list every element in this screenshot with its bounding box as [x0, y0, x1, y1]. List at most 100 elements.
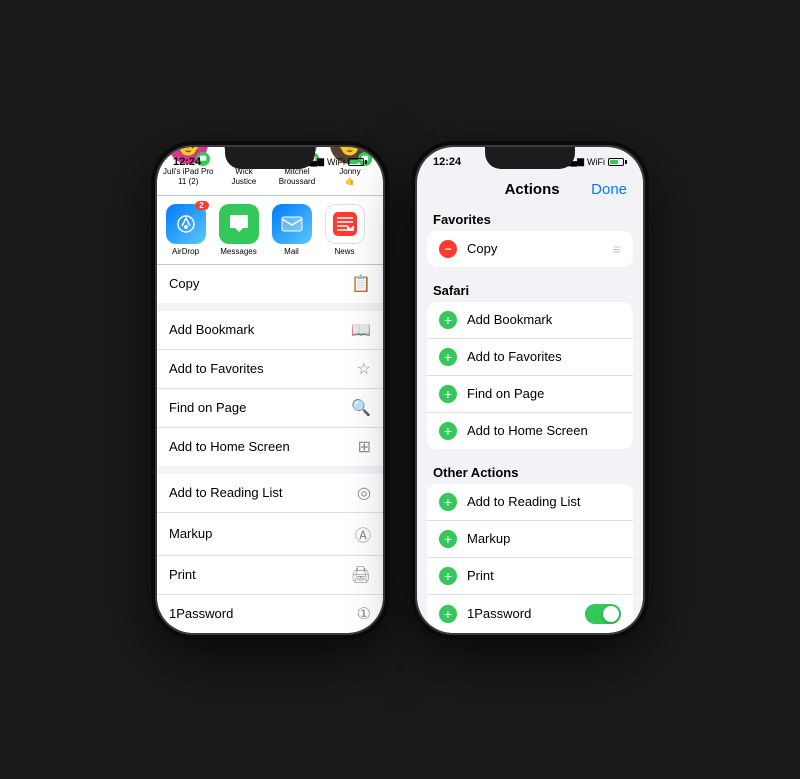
- app-item-messages[interactable]: Messages: [216, 204, 261, 256]
- safari-row-favorites[interactable]: + Add to Favorites: [427, 339, 633, 376]
- app-label: News: [334, 247, 354, 256]
- action-list-1: Copy 📋: [157, 265, 383, 303]
- notch: [225, 147, 315, 169]
- favorites-row-copy[interactable]: − Copy ≡: [427, 231, 633, 267]
- homescreen-icon: ⊞: [358, 437, 371, 457]
- bookmark-icon: 📖: [351, 320, 371, 340]
- action-label: Add to Reading List: [169, 485, 282, 500]
- app-item-news[interactable]: News: [322, 204, 367, 256]
- separator: [157, 303, 383, 311]
- right-phone: 12:24 ▂▄▆ WiFi Actions Done Favorites: [415, 145, 645, 635]
- add-button[interactable]: +: [439, 311, 457, 329]
- add-button[interactable]: +: [439, 422, 457, 440]
- app-item-mail[interactable]: Mail: [269, 204, 314, 256]
- reading-icon: ◎: [357, 483, 371, 503]
- copy-icon: 📋: [351, 274, 371, 294]
- add-button[interactable]: +: [439, 605, 457, 623]
- safari-row-find[interactable]: + Find on Page: [427, 376, 633, 413]
- left-phone: 12:24 ▂▄▆ WiFi 🍎 Apple Mac iPhone Rumors…: [155, 145, 385, 635]
- action-list-3: Add to Reading List ◎ Markup Ⓐ Print 🖨 1…: [157, 474, 383, 633]
- action-label: Print: [169, 567, 196, 582]
- action-list-2: Add Bookmark 📖 Add to Favorites ☆ Find o…: [157, 311, 383, 466]
- safari-section: Safari + Add Bookmark + Add to Favorites…: [417, 275, 643, 449]
- status-time-right: 12:24: [433, 156, 461, 168]
- action-label: Markup: [169, 526, 212, 541]
- done-button[interactable]: Done: [591, 181, 627, 198]
- row-label: Add to Reading List: [467, 494, 621, 509]
- add-button[interactable]: +: [439, 385, 457, 403]
- markup-icon: Ⓐ: [355, 522, 371, 546]
- row-label: Add to Favorites: [467, 349, 621, 364]
- print-icon: 🖨: [351, 565, 371, 585]
- favorites-title: Favorites: [417, 204, 643, 231]
- other-section: Other Actions + Add to Reading List + Ma…: [417, 457, 643, 633]
- action-item-find[interactable]: Find on Page 🔍: [157, 389, 383, 428]
- mail-icon: [272, 204, 312, 244]
- star-icon: ☆: [357, 359, 371, 379]
- add-button[interactable]: +: [439, 567, 457, 585]
- safari-title: Safari: [417, 275, 643, 302]
- other-row-print[interactable]: + Print: [427, 558, 633, 595]
- messages-icon: [219, 204, 259, 244]
- app-label: Mail: [284, 247, 299, 256]
- action-label: Add Bookmark: [169, 322, 254, 337]
- other-title: Other Actions: [417, 457, 643, 484]
- action-item-bookmark[interactable]: Add Bookmark 📖: [157, 311, 383, 350]
- app-item-airdrop[interactable]: 2 AirDrop: [163, 204, 208, 256]
- favorites-card: − Copy ≡: [427, 231, 633, 267]
- share-sheet-panel: 🍎 Apple Mac iPhone Rumors and News macru…: [157, 147, 383, 633]
- action-item-print[interactable]: Print 🖨: [157, 556, 383, 595]
- add-button[interactable]: +: [439, 493, 457, 511]
- action-item-markup[interactable]: Markup Ⓐ: [157, 513, 383, 556]
- notch: [485, 147, 575, 169]
- app-badge: 2: [195, 201, 209, 210]
- 1password-icon: ①: [357, 604, 371, 624]
- actions-header: Actions Done: [417, 173, 643, 204]
- other-card: + Add to Reading List + Markup + Print +…: [427, 484, 633, 633]
- actions-title: Actions: [473, 181, 591, 198]
- row-label: Add Bookmark: [467, 312, 621, 327]
- wifi-icon: WiFi: [587, 157, 605, 167]
- row-label: 1Password: [467, 606, 575, 621]
- separator: [157, 466, 383, 474]
- action-item-reading[interactable]: Add to Reading List ◎: [157, 474, 383, 513]
- safari-card: + Add Bookmark + Add to Favorites + Find…: [427, 302, 633, 449]
- news-icon: [325, 204, 365, 244]
- toggle-1password[interactable]: [585, 604, 621, 624]
- row-label: Print: [467, 568, 621, 583]
- app-label: AirDrop: [172, 247, 199, 256]
- row-label: Find on Page: [467, 386, 621, 401]
- airdrop-icon: 2: [166, 204, 206, 244]
- left-phone-screen: 12:24 ▂▄▆ WiFi 🍎 Apple Mac iPhone Rumors…: [157, 147, 383, 633]
- other-row-markup[interactable]: + Markup: [427, 521, 633, 558]
- right-phone-screen: 12:24 ▂▄▆ WiFi Actions Done Favorites: [417, 147, 643, 633]
- add-button[interactable]: +: [439, 348, 457, 366]
- action-item-1password[interactable]: 1Password ①: [157, 595, 383, 633]
- action-item-favorites[interactable]: Add to Favorites ☆: [157, 350, 383, 389]
- add-button[interactable]: +: [439, 530, 457, 548]
- app-label: Messages: [220, 247, 256, 256]
- search-icon: 🔍: [351, 398, 371, 418]
- safari-row-bookmark[interactable]: + Add Bookmark: [427, 302, 633, 339]
- wifi-icon: WiFi: [327, 157, 345, 167]
- action-label: Find on Page: [169, 400, 246, 415]
- battery-icon: [608, 158, 627, 166]
- favorites-section: Favorites − Copy ≡: [417, 204, 643, 267]
- apps-row: 2 AirDrop Message: [157, 196, 383, 265]
- row-label: Copy: [467, 241, 603, 256]
- remove-button[interactable]: −: [439, 240, 457, 258]
- drag-handle[interactable]: ≡: [613, 241, 621, 257]
- battery-icon: [348, 158, 367, 166]
- action-label: Add to Favorites: [169, 361, 264, 376]
- action-label: Add to Home Screen: [169, 439, 290, 454]
- action-item-copy[interactable]: Copy 📋: [157, 265, 383, 303]
- action-label: 1Password: [169, 606, 233, 621]
- other-row-1password[interactable]: + 1Password: [427, 595, 633, 633]
- safari-row-homescreen[interactable]: + Add to Home Screen: [427, 413, 633, 449]
- row-label: Markup: [467, 531, 621, 546]
- other-row-reading[interactable]: + Add to Reading List: [427, 484, 633, 521]
- actions-screen: Actions Done Favorites − Copy ≡ Safari: [417, 173, 643, 633]
- action-label-copy: Copy: [169, 276, 199, 291]
- row-label: Add to Home Screen: [467, 423, 621, 438]
- action-item-homescreen[interactable]: Add to Home Screen ⊞: [157, 428, 383, 466]
